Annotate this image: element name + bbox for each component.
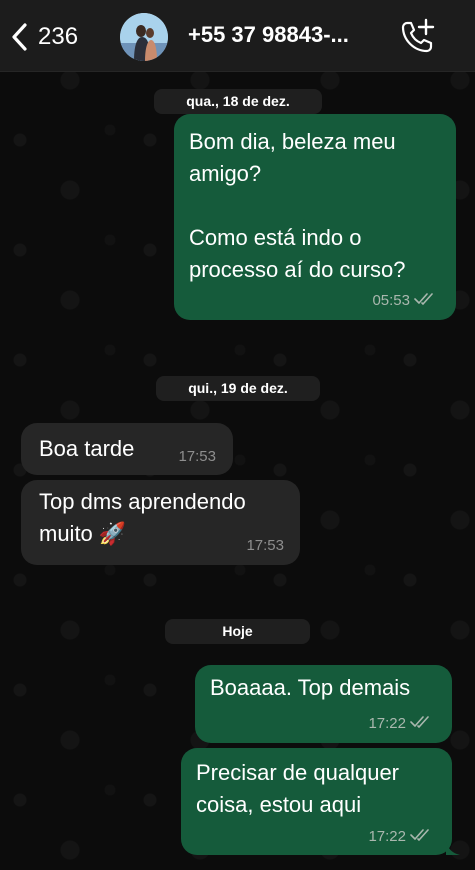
message-meta: 17:22 bbox=[368, 715, 432, 733]
message-meta: 17:53 bbox=[178, 448, 216, 466]
avatar[interactable] bbox=[120, 13, 168, 61]
double-check-icon bbox=[410, 828, 432, 846]
message-text: Precisar de qualquer coisa, estou aqui bbox=[196, 760, 400, 817]
bubble-tail bbox=[446, 841, 460, 855]
message-incoming[interactable]: Top dms aprendendo muito 🚀 17:53 bbox=[21, 480, 300, 565]
call-add-button[interactable] bbox=[398, 16, 438, 56]
chat-header: 236 +55 37 98843-... bbox=[0, 0, 475, 72]
date-divider: qua., 18 de dez. bbox=[154, 89, 322, 114]
message-incoming[interactable]: Boa tarde 17:53 bbox=[21, 423, 233, 475]
chevron-left-icon bbox=[10, 22, 28, 52]
message-text: Boaaaa. Top demais bbox=[210, 675, 411, 700]
call-add-icon bbox=[398, 18, 438, 60]
double-check-icon bbox=[410, 715, 432, 733]
contact-name[interactable]: +55 37 98843-... bbox=[188, 22, 388, 48]
message-text: Boa tarde bbox=[39, 436, 135, 461]
date-divider: Hoje bbox=[165, 619, 310, 644]
date-divider: qui., 19 de dez. bbox=[156, 376, 320, 401]
message-outgoing[interactable]: Bom dia, beleza meu amigo? Como está ind… bbox=[174, 114, 456, 320]
message-text: Bom dia, beleza meu amigo? Como está ind… bbox=[189, 129, 406, 282]
unread-count: 236 bbox=[38, 23, 79, 50]
back-button[interactable]: 236 bbox=[10, 18, 78, 56]
message-outgoing[interactable]: Precisar de qualquer coisa, estou aqui 1… bbox=[181, 748, 460, 855]
message-time: 17:22 bbox=[368, 828, 406, 845]
message-meta: 17:53 bbox=[246, 537, 284, 555]
double-check-icon bbox=[414, 292, 436, 310]
message-meta: 17:22 bbox=[368, 828, 432, 846]
message-meta: 05:53 bbox=[372, 292, 436, 310]
chat-screen: 236 +55 37 98843-... qua., 18 de dez. Bo… bbox=[0, 0, 475, 870]
message-time: 17:53 bbox=[246, 537, 284, 554]
message-time: 17:22 bbox=[368, 715, 406, 732]
message-outgoing[interactable]: Boaaaa. Top demais 17:22 bbox=[195, 665, 452, 743]
message-time: 17:53 bbox=[178, 448, 216, 465]
message-time: 05:53 bbox=[372, 292, 410, 309]
